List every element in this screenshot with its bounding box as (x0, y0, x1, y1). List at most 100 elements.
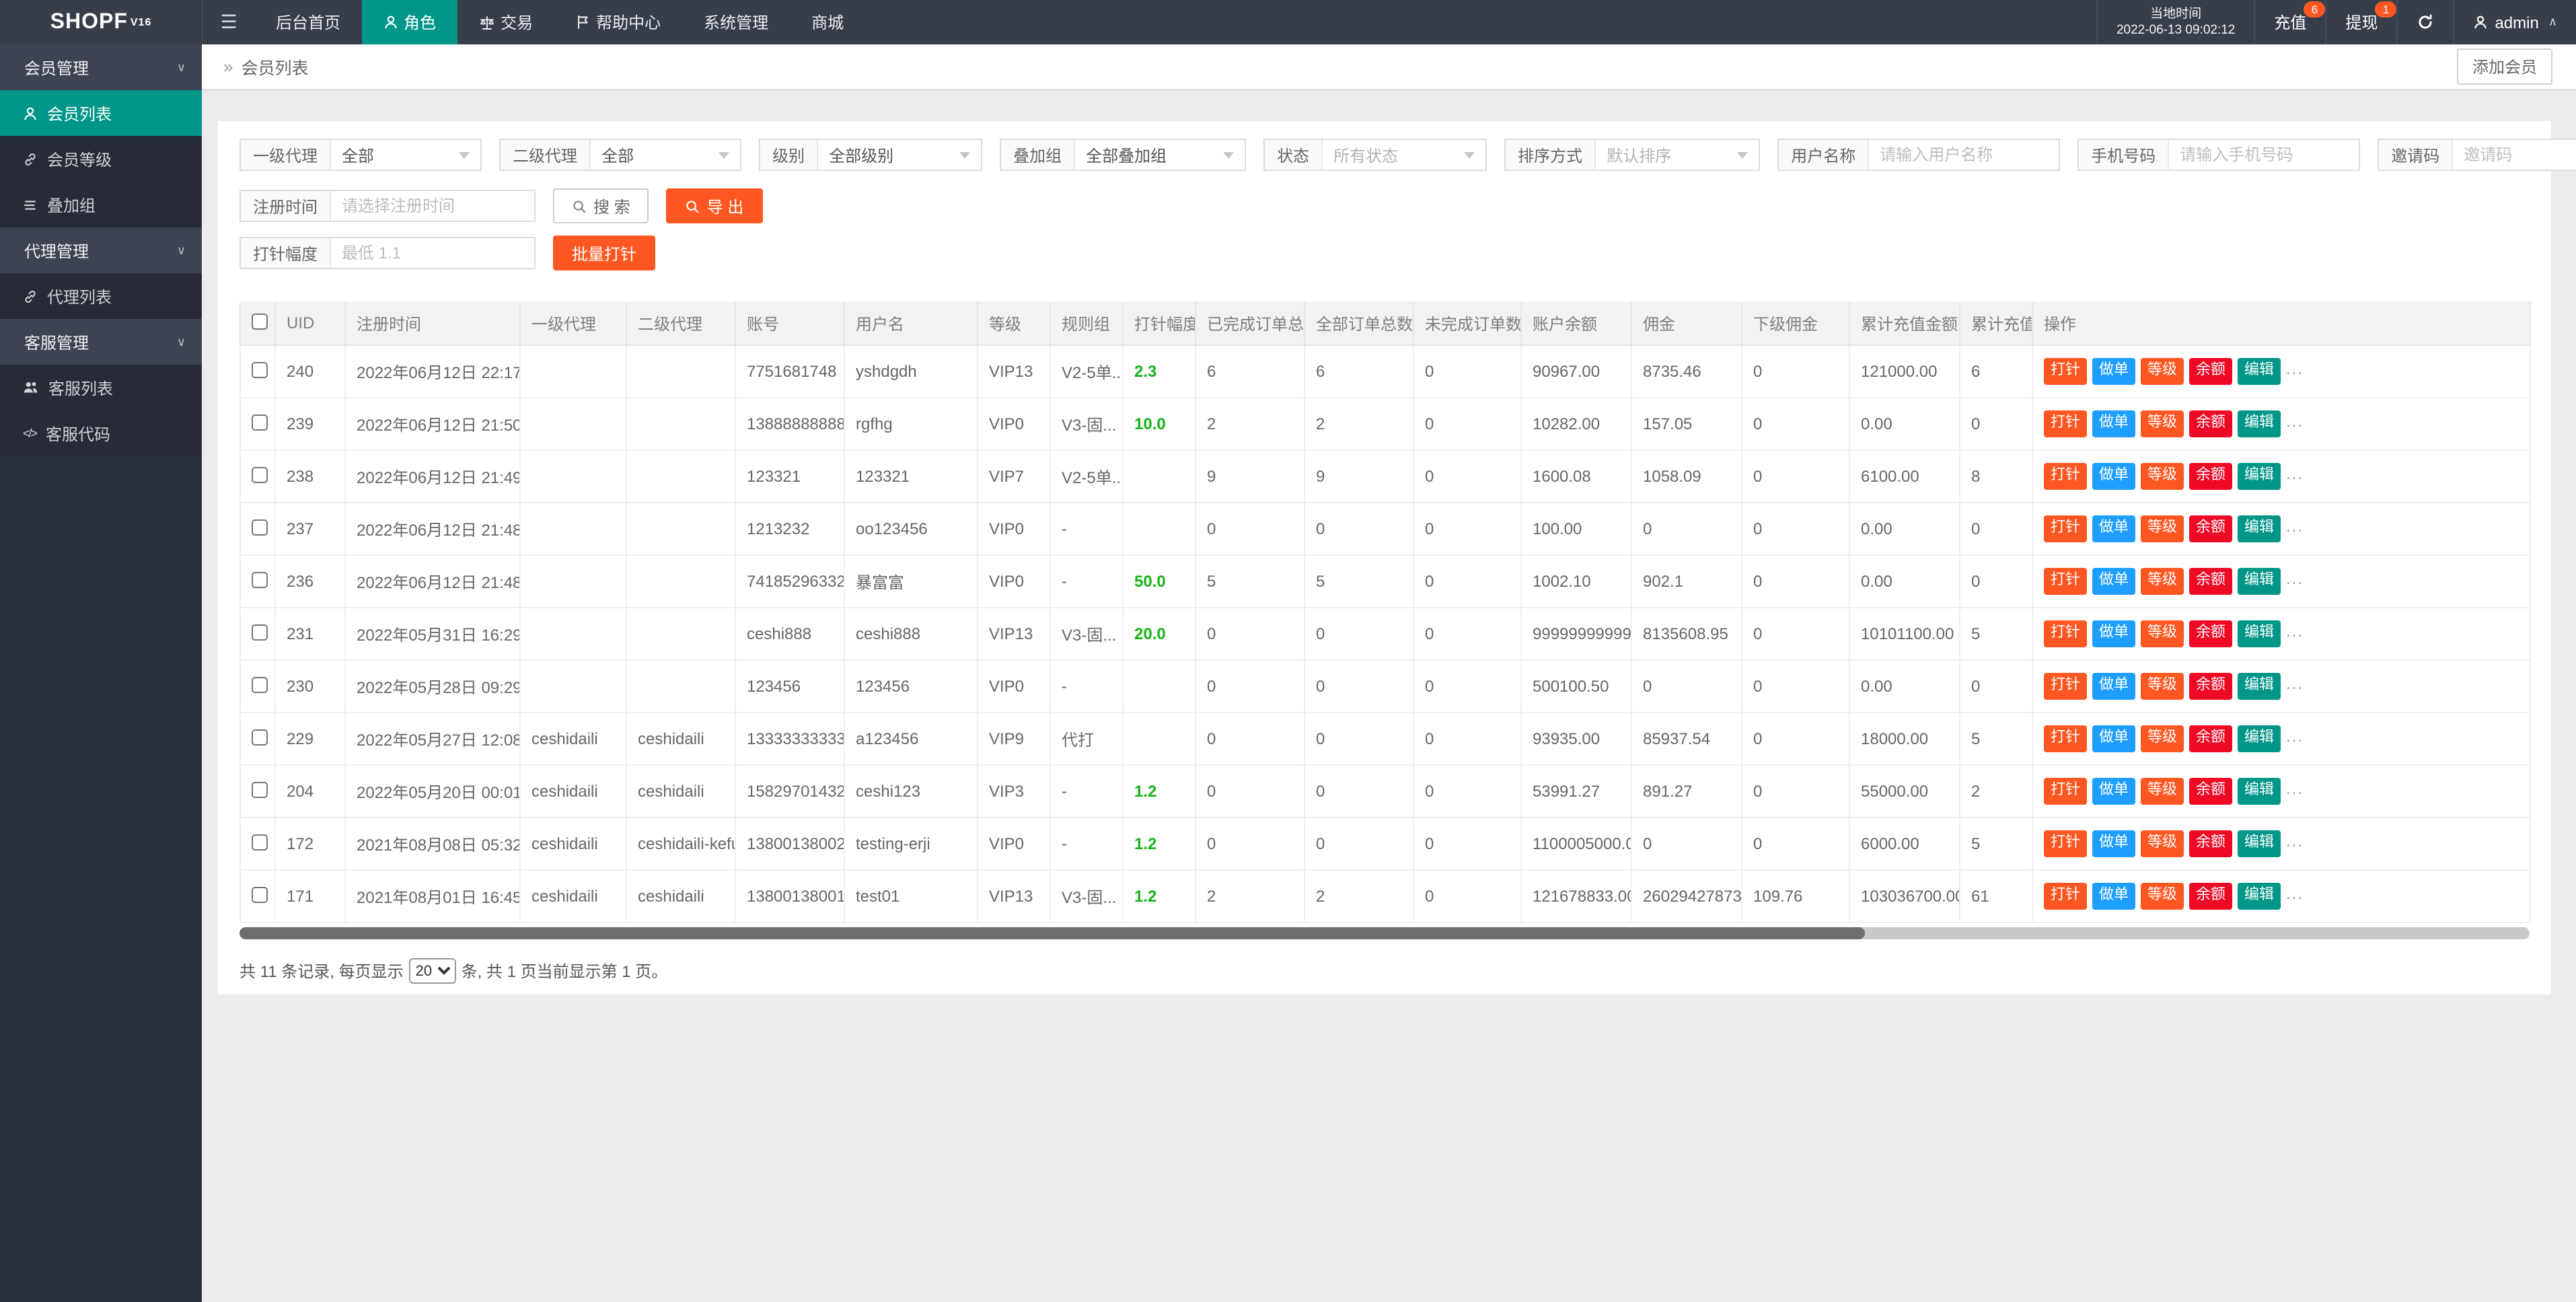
sidebar-item-member-list[interactable]: 会员列表 (0, 90, 202, 136)
more-actions-button[interactable]: ... (2286, 517, 2304, 536)
filter-sort-select[interactable]: 排序方式 默认排序 (1504, 139, 1760, 171)
action-balance-button[interactable]: 余额 (2189, 674, 2232, 699)
batch-needle-button[interactable]: 批量打针 (553, 236, 655, 270)
action-edit-button[interactable]: 编辑 (2238, 726, 2281, 752)
action-needle-button[interactable]: 打针 (2044, 569, 2087, 594)
row-checkbox[interactable] (252, 466, 268, 482)
filter-level-select[interactable]: 级别 全部级别 (759, 139, 982, 171)
action-order-button[interactable]: 做单 (2092, 831, 2135, 857)
action-level-button[interactable]: 等级 (2141, 883, 2184, 909)
action-level-button[interactable]: 等级 (2141, 516, 2184, 542)
action-level-button[interactable]: 等级 (2141, 621, 2184, 647)
action-level-button[interactable]: 等级 (2141, 674, 2184, 699)
action-needle-button[interactable]: 打针 (2044, 516, 2087, 542)
nav-item-roles[interactable]: 角色 (362, 0, 457, 44)
nav-item-trade[interactable]: 交易 (457, 0, 554, 44)
more-actions-button[interactable]: ... (2286, 465, 2304, 484)
action-edit-button[interactable]: 编辑 (2238, 779, 2281, 804)
per-page-select[interactable]: 20 (409, 958, 456, 984)
action-order-button[interactable]: 做单 (2092, 621, 2135, 647)
sidebar-group-member-mgmt[interactable]: 会员管理∨ (0, 44, 202, 90)
nav-item-mall[interactable]: 商城 (790, 0, 865, 44)
menu-toggle-icon[interactable]: ☰ (203, 0, 254, 44)
action-balance-button[interactable]: 余额 (2189, 464, 2232, 489)
action-balance-button[interactable]: 余额 (2189, 726, 2232, 752)
refresh-button[interactable] (2396, 0, 2453, 44)
filter-agent2-select[interactable]: 二级代理 全部 (499, 139, 741, 171)
action-needle-button[interactable]: 打针 (2044, 726, 2087, 752)
export-button[interactable]: 导 出 (667, 188, 763, 223)
select-all-checkbox[interactable] (252, 313, 268, 329)
action-level-button[interactable]: 等级 (2141, 359, 2184, 384)
phone-input[interactable] (2169, 140, 2359, 170)
filter-status-select[interactable]: 状态 所有状态 (1263, 139, 1487, 171)
action-needle-button[interactable]: 打针 (2044, 411, 2087, 437)
action-balance-button[interactable]: 余额 (2189, 779, 2232, 804)
row-checkbox[interactable] (252, 519, 268, 535)
row-checkbox[interactable] (252, 361, 268, 377)
withdraw-menu[interactable]: 提现1 (2325, 0, 2396, 44)
sidebar-item-service-code[interactable]: </> 客服代码 (0, 410, 202, 456)
sidebar-item-member-level[interactable]: 会员等级 (0, 136, 202, 182)
action-order-button[interactable]: 做单 (2092, 883, 2135, 909)
action-level-button[interactable]: 等级 (2141, 726, 2184, 752)
action-order-button[interactable]: 做单 (2092, 411, 2135, 437)
action-order-button[interactable]: 做单 (2092, 569, 2135, 594)
action-edit-button[interactable]: 编辑 (2238, 569, 2281, 594)
reg-time-input[interactable] (331, 191, 534, 221)
user-menu[interactable]: admin ∧ (2453, 0, 2576, 44)
action-level-button[interactable]: 等级 (2141, 464, 2184, 489)
action-balance-button[interactable]: 余额 (2189, 883, 2232, 909)
sidebar-item-service-list[interactable]: 客服列表 (0, 365, 202, 410)
more-actions-button[interactable]: ... (2286, 675, 2304, 694)
filter-agent1-select[interactable]: 一级代理 全部 (240, 139, 482, 171)
action-needle-button[interactable]: 打针 (2044, 464, 2087, 489)
action-balance-button[interactable]: 余额 (2189, 569, 2232, 594)
action-order-button[interactable]: 做单 (2092, 779, 2135, 804)
scrollbar-thumb[interactable] (240, 927, 1866, 939)
action-balance-button[interactable]: 余额 (2189, 359, 2232, 384)
action-balance-button[interactable]: 余额 (2189, 621, 2232, 647)
sidebar-group-agent-mgmt[interactable]: 代理管理∨ (0, 227, 202, 273)
action-edit-button[interactable]: 编辑 (2238, 621, 2281, 647)
action-order-button[interactable]: 做单 (2092, 516, 2135, 542)
action-needle-button[interactable]: 打针 (2044, 621, 2087, 647)
action-needle-button[interactable]: 打针 (2044, 674, 2087, 699)
more-actions-button[interactable]: ... (2286, 412, 2304, 431)
sidebar-item-overlay-group[interactable]: 叠加组 (0, 182, 202, 227)
action-needle-button[interactable]: 打针 (2044, 779, 2087, 804)
horizontal-scrollbar[interactable] (240, 927, 2530, 939)
action-edit-button[interactable]: 编辑 (2238, 464, 2281, 489)
more-actions-button[interactable]: ... (2286, 570, 2304, 589)
row-checkbox[interactable] (252, 834, 268, 850)
action-order-button[interactable]: 做单 (2092, 726, 2135, 752)
action-needle-button[interactable]: 打针 (2044, 883, 2087, 909)
action-balance-button[interactable]: 余额 (2189, 516, 2232, 542)
nav-item-system[interactable]: 系统管理 (682, 0, 790, 44)
nav-item-dashboard[interactable]: 后台首页 (254, 0, 362, 44)
action-order-button[interactable]: 做单 (2092, 674, 2135, 699)
action-edit-button[interactable]: 编辑 (2238, 411, 2281, 437)
action-level-button[interactable]: 等级 (2141, 779, 2184, 804)
action-level-button[interactable]: 等级 (2141, 569, 2184, 594)
more-actions-button[interactable]: ... (2286, 885, 2304, 904)
action-edit-button[interactable]: 编辑 (2238, 516, 2281, 542)
recharge-menu[interactable]: 充值6 (2254, 0, 2325, 44)
sidebar-item-agent-list[interactable]: 代理列表 (0, 273, 202, 319)
invite-code-input[interactable] (2453, 140, 2576, 170)
more-actions-button[interactable]: ... (2286, 780, 2304, 799)
needle-range-input[interactable] (331, 238, 534, 268)
more-actions-button[interactable]: ... (2286, 622, 2304, 641)
filter-overlay-group-select[interactable]: 叠加组 全部叠加组 (1000, 139, 1246, 171)
nav-item-help-center[interactable]: 帮助中心 (554, 0, 682, 44)
action-edit-button[interactable]: 编辑 (2238, 359, 2281, 384)
more-actions-button[interactable]: ... (2286, 727, 2304, 746)
action-order-button[interactable]: 做单 (2092, 464, 2135, 489)
row-checkbox[interactable] (252, 781, 268, 797)
search-button[interactable]: 搜 索 (553, 188, 649, 223)
action-edit-button[interactable]: 编辑 (2238, 883, 2281, 909)
more-actions-button[interactable]: ... (2286, 360, 2304, 379)
username-input[interactable] (1869, 140, 2059, 170)
sidebar-group-service-mgmt[interactable]: 客服管理∨ (0, 319, 202, 365)
row-checkbox[interactable] (252, 571, 268, 587)
